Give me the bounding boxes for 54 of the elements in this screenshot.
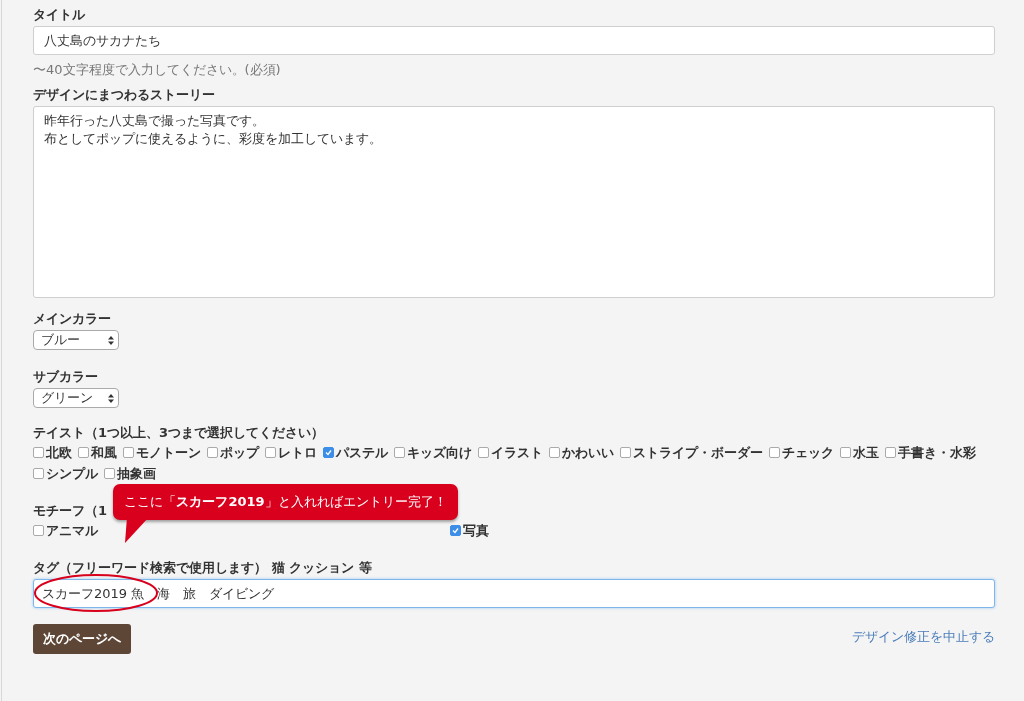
updown-icon (108, 335, 114, 345)
checkbox[interactable] (478, 447, 489, 458)
checkbox[interactable] (33, 525, 44, 536)
check-icon (452, 527, 459, 534)
checkbox[interactable] (207, 447, 218, 458)
next-page-button[interactable]: 次のページへ (33, 624, 131, 654)
taste-option[interactable]: イラスト (478, 444, 543, 461)
help-text: 〜40文字程度で入力してください。(必須) (33, 61, 282, 79)
checkbox[interactable] (323, 447, 334, 458)
checkbox[interactable] (104, 468, 115, 479)
checkbox[interactable] (123, 447, 134, 458)
cancel-link[interactable]: デザイン修正を中止する (852, 628, 995, 646)
taste-option[interactable]: 手書き・水彩 (885, 444, 976, 461)
field-label: モチーフ（1 (33, 502, 108, 519)
field-label: タグ（フリーワード検索で使用します） 猫 クッション 等 (33, 559, 372, 576)
taste-option[interactable]: 抽象画 (104, 465, 156, 482)
taste-option[interactable]: チェック (769, 444, 834, 461)
checkbox[interactable] (549, 447, 560, 458)
taste-option[interactable]: キッズ向け (394, 444, 472, 461)
field-label: メインカラー (33, 310, 111, 327)
checkbox[interactable] (265, 447, 276, 458)
field-label: サブカラー (33, 368, 98, 385)
field-label: デザインにまつわるストーリー (33, 86, 215, 103)
story-field[interactable]: 昨年行った八丈島で撮った写真です。 布としてポップに使えるように、彩度を加工しています。 (33, 106, 995, 298)
taste-option[interactable]: 和風 (78, 444, 117, 461)
checkbox[interactable] (33, 447, 44, 458)
checkbox[interactable] (840, 447, 851, 458)
callout-text: ここに「スカーフ2019」と入れればエントリー完了！ (124, 493, 447, 511)
taste-option[interactable]: 北欧 (33, 444, 72, 461)
field-label: テイスト（1つ以上、3つまで選択してください） (33, 424, 325, 441)
check-icon (325, 449, 332, 456)
title-field[interactable]: 八丈島のサカナたち (33, 26, 995, 55)
tag-field[interactable]: スカーフ2019 魚 海 旅 ダイビング (33, 579, 995, 608)
checkbox[interactable] (769, 447, 780, 458)
checkbox[interactable] (33, 468, 44, 479)
color-select[interactable]: ブルー (33, 330, 119, 350)
color-select[interactable]: グリーン (33, 388, 119, 408)
taste-option[interactable]: ストライプ・ボーダー (620, 444, 763, 461)
checkbox[interactable] (394, 447, 405, 458)
checkbox[interactable] (78, 447, 89, 458)
checkbox[interactable] (450, 525, 461, 536)
checkbox[interactable] (885, 447, 896, 458)
taste-option[interactable]: モノトーン (123, 444, 201, 461)
field-label: タイトル (33, 6, 85, 23)
taste-option[interactable]: レトロ (265, 444, 317, 461)
taste-option[interactable]: シンプル (33, 465, 98, 482)
updown-icon (108, 393, 114, 403)
motif-option[interactable]: アニマル (33, 522, 98, 539)
motif-option[interactable]: 写真 (450, 522, 489, 539)
taste-option[interactable]: 水玉 (840, 444, 879, 461)
taste-option[interactable]: ポップ (207, 444, 259, 461)
taste-option[interactable]: かわいい (549, 444, 614, 461)
checkbox[interactable] (620, 447, 631, 458)
taste-option[interactable]: パステル (323, 444, 388, 461)
